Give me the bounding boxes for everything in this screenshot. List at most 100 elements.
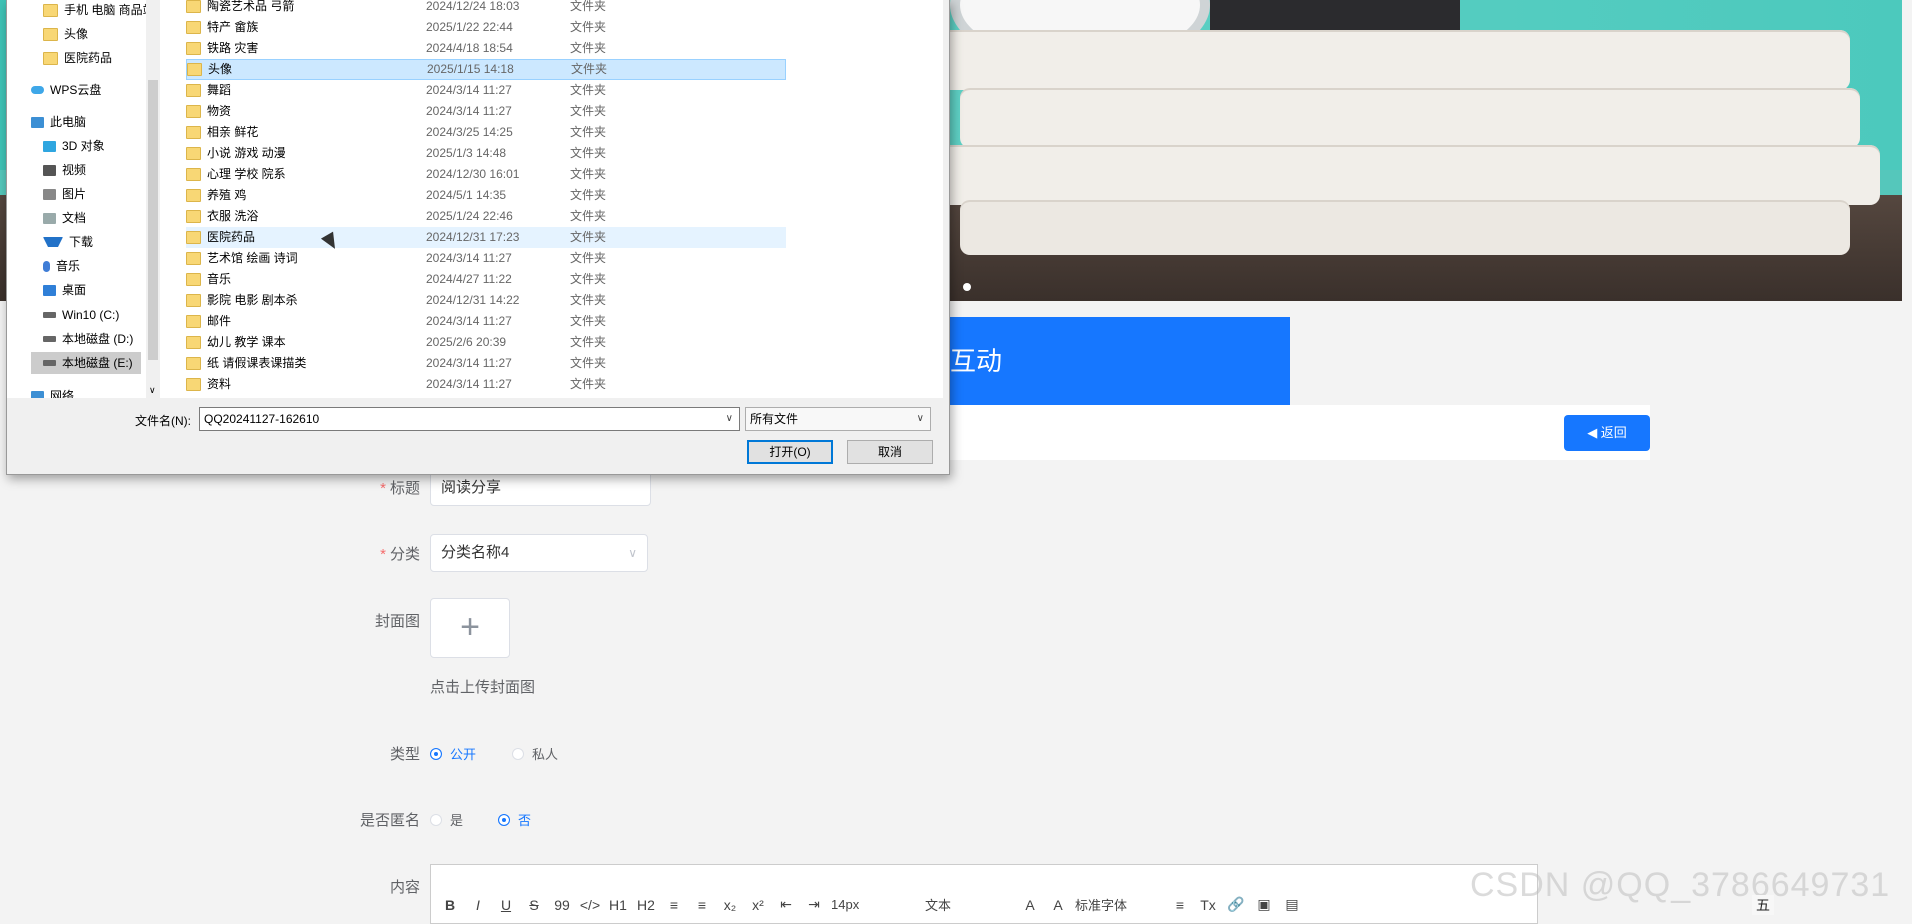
file-row[interactable]: 邮件 2024/3/14 11:27 文件夹 (186, 311, 786, 332)
open-button[interactable]: 打开(O) (747, 440, 833, 464)
category-select[interactable]: 分类名称4 ∨ (430, 534, 648, 572)
font-family-select[interactable]: 标准字体 (1075, 895, 1155, 914)
bullet-list-button[interactable]: ≡ (691, 897, 713, 913)
nav-item[interactable]: Win10 (C:) (31, 304, 127, 326)
file-row[interactable]: 陶瓷艺术品 弓箭 2024/12/24 18:03 文件夹 (186, 0, 786, 17)
nav-item[interactable]: 桌面 (31, 279, 94, 301)
nav-item[interactable]: 手机 电脑 商品站 (31, 0, 160, 21)
file-name: 纸 请假课表课描类 (207, 356, 307, 370)
folder-icon (186, 126, 201, 139)
file-row[interactable]: 资料 2024/3/14 11:27 文件夹 (186, 374, 786, 395)
file-date: 2024/3/14 11:27 (426, 104, 512, 118)
superscript-button[interactable]: x² (747, 897, 769, 913)
file-row[interactable]: 影院 电影 剧本杀 2024/12/31 14:22 文件夹 (186, 290, 786, 311)
title-input[interactable]: 阅读分享 (430, 470, 651, 506)
background-color-button[interactable]: A (1047, 897, 1069, 913)
rich-text-editor[interactable]: B I U S 99 </> H1 H2 ≡ ≡ x₂ x² ⇤ ⇥ 14px … (430, 864, 1538, 924)
file-row[interactable]: 舞蹈 2024/3/14 11:27 文件夹 (186, 80, 786, 101)
cover-upload-button[interactable]: + (430, 598, 510, 658)
file-row[interactable]: 医院药品 2024/12/31 17:23 文件夹 (186, 227, 786, 248)
radio-unchecked-icon (512, 747, 524, 760)
file-name: 医院药品 (207, 230, 256, 244)
nav-item[interactable]: 3D 对象 (31, 135, 113, 157)
anonymous-radio-no[interactable]: 否 (498, 810, 531, 829)
image-icon[interactable]: ▣ (1253, 896, 1275, 913)
file-row[interactable]: 铁路 灾害 2024/4/18 18:54 文件夹 (186, 38, 786, 59)
file-name: 小说 游戏 动漫 (207, 146, 286, 160)
file-row[interactable]: 相亲 鲜花 2024/3/25 14:25 文件夹 (186, 122, 786, 143)
bold-button[interactable]: B (439, 897, 461, 913)
carousel-indicator[interactable] (963, 283, 971, 291)
strikethrough-button[interactable]: S (523, 897, 545, 913)
code-button[interactable]: </> (579, 897, 601, 913)
file-type: 文件夹 (570, 209, 607, 223)
file-row[interactable]: 纸 请假课表课描类 2024/3/14 11:27 文件夹 (186, 353, 786, 374)
ime-tray[interactable]: 五 (1752, 895, 1774, 915)
heading1-button[interactable]: H1 (607, 897, 629, 913)
font-color-button[interactable]: A (1019, 897, 1041, 913)
folder-icon (186, 0, 201, 13)
nav-item[interactable]: 本地磁盘 (E:) (31, 352, 141, 374)
nav-scrollbar[interactable]: ∨ (146, 0, 160, 398)
scroll-down-icon[interactable]: ∨ (149, 385, 156, 396)
file-name: 相亲 鲜花 (207, 125, 259, 139)
link-icon[interactable]: 🔗 (1225, 896, 1247, 913)
nav-item[interactable]: 音乐 (31, 255, 88, 277)
banner-book-image (940, 30, 1850, 90)
folder-icon (186, 273, 201, 286)
nav-item[interactable]: 此电脑 (19, 111, 94, 133)
nav-item[interactable]: 视频 (31, 159, 94, 181)
subscript-button[interactable]: x₂ (719, 897, 741, 913)
file-name-cell: 相亲 鲜花 (186, 122, 426, 143)
nav-item-label: 3D 对象 (62, 139, 105, 153)
anonymous-radio-yes[interactable]: 是 (430, 810, 463, 829)
type-radio-private[interactable]: 私人 (512, 744, 558, 763)
folder-icon (186, 210, 201, 223)
file-date: 2025/1/24 22:46 (426, 209, 513, 223)
filetype-select[interactable]: 所有文件 ∨ (745, 407, 931, 431)
folder-icon (186, 231, 201, 244)
file-row[interactable]: 小说 游戏 动漫 2025/1/3 14:48 文件夹 (186, 143, 786, 164)
nav-item[interactable]: 网络 (19, 385, 82, 398)
underline-button[interactable]: U (495, 897, 517, 913)
file-date: 2025/2/6 20:39 (426, 335, 507, 349)
nav-item[interactable]: WPS云盘 (19, 79, 109, 101)
ordered-list-button[interactable]: ≡ (663, 897, 685, 913)
banner-book-image (930, 145, 1880, 205)
file-row[interactable]: 衣服 洗浴 2025/1/24 22:46 文件夹 (186, 206, 786, 227)
italic-button[interactable]: I (467, 897, 489, 913)
file-row[interactable]: 特产 畲族 2025/1/22 22:44 文件夹 (186, 17, 786, 38)
quote-button[interactable]: 99 (551, 897, 573, 913)
file-row[interactable]: 音乐 2024/4/27 11:22 文件夹 (186, 269, 786, 290)
file-row[interactable]: 幼儿 教学 课本 2025/2/6 20:39 文件夹 (186, 332, 786, 353)
align-button[interactable]: ≡ (1169, 897, 1191, 913)
file-row[interactable]: 心理 学校 院系 2024/12/30 16:01 文件夹 (186, 164, 786, 185)
type-radio-public[interactable]: 公开 (430, 744, 476, 763)
outdent-button[interactable]: ⇤ (775, 896, 797, 913)
scrollbar-thumb[interactable] (148, 80, 158, 360)
filename-input[interactable]: QQ20241127-162610 ∨ (199, 407, 740, 431)
font-size-select[interactable]: 14px (831, 897, 911, 912)
clear-format-button[interactable]: Tx (1197, 897, 1219, 913)
nav-item[interactable]: 本地磁盘 (D:) (31, 328, 141, 350)
nav-item[interactable]: 医院药品 (31, 47, 120, 69)
file-row[interactable]: 艺术馆 绘画 诗词 2024/3/14 11:27 文件夹 (186, 248, 786, 269)
drive-icon (43, 336, 56, 342)
file-row[interactable]: 养殖 鸡 2024/5/1 14:35 文件夹 (186, 185, 786, 206)
indent-button[interactable]: ⇥ (803, 896, 825, 913)
file-row[interactable]: 物资 2024/3/14 11:27 文件夹 (186, 101, 786, 122)
nav-item[interactable]: 头像 (31, 23, 96, 45)
heading-select[interactable]: 文本 (925, 895, 1005, 914)
cancel-button[interactable]: 取消 (847, 440, 933, 464)
file-row[interactable]: 头像 2025/1/15 14:18 文件夹 (186, 59, 786, 80)
folder-icon (186, 168, 201, 181)
nav-item[interactable]: 文档 (31, 207, 94, 229)
back-button[interactable]: ◀ 返回 (1564, 415, 1650, 451)
file-name: 铁路 灾害 (207, 41, 259, 55)
nav-item-label: 医院药品 (64, 51, 113, 65)
video-icon[interactable]: ▤ (1281, 896, 1303, 913)
nav-item[interactable]: 下载 (31, 231, 101, 253)
nav-item[interactable]: 图片 (31, 183, 94, 205)
chevron-down-icon[interactable]: ∨ (726, 408, 733, 430)
heading2-button[interactable]: H2 (635, 897, 657, 913)
